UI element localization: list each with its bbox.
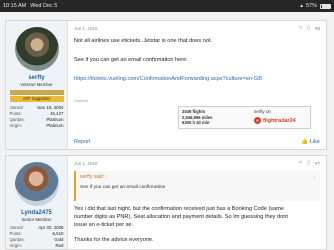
like-button[interactable]: 👍 Like bbox=[301, 139, 320, 145]
vueling-link[interactable]: https://tickets.vueling.com/Confirmation… bbox=[74, 76, 262, 82]
post-number[interactable]: #7 bbox=[315, 161, 320, 166]
thumbs-up-icon: 👍 bbox=[301, 139, 308, 145]
post-date[interactable]: Jun 1, 2018 bbox=[74, 26, 98, 31]
member-banner bbox=[9, 90, 64, 95]
post-body: Jun 1, 2018 < ▯ #6 Not all airlines use … bbox=[68, 21, 326, 149]
post-number[interactable]: #6 bbox=[315, 26, 320, 31]
author-name[interactable]: Lynda2475 bbox=[21, 210, 52, 216]
post-line: Not all airlines use etickets. Jetstar i… bbox=[74, 38, 213, 44]
author-panel: serfty Veteran Member AFF Supporter Join… bbox=[6, 21, 68, 149]
post-line: Yes i did that last night, but the confi… bbox=[74, 206, 284, 212]
post-line: issue an e-ticket per se. bbox=[74, 222, 134, 228]
status-time: 10:15 AM bbox=[3, 3, 27, 9]
post-line: number digits as PNR), Seat allocation a… bbox=[74, 214, 288, 220]
share-icon[interactable]: < bbox=[299, 25, 302, 31]
stat-row: Virgin: Platinum bbox=[9, 123, 64, 128]
author-title: Senior Member bbox=[21, 217, 52, 222]
supporter-badge: AFF Supporter bbox=[9, 96, 64, 102]
fr-brand: flightradar24 bbox=[263, 117, 296, 124]
bookmark-icon[interactable]: ▯ bbox=[307, 160, 310, 166]
post-body: Jun 1, 2018 < ▯ #7 serfty said: ↑ See if… bbox=[68, 156, 326, 249]
quote-text: See if you can get an email confirmation bbox=[80, 185, 166, 190]
author-name[interactable]: serfty bbox=[28, 75, 44, 81]
wifi-icon: ▴ bbox=[300, 3, 303, 9]
flightradar-logo-icon: ✈ bbox=[254, 117, 261, 124]
fr-user: serfty on bbox=[254, 109, 271, 114]
post-7: Lynda2475 Senior Member Joined: Apr 30, 2… bbox=[5, 155, 327, 250]
quote-block: serfty said: ↑ See if you can get an ema… bbox=[74, 171, 320, 201]
author-panel: Lynda2475 Senior Member Joined: Apr 30, 2… bbox=[6, 156, 68, 249]
report-link[interactable]: Report bbox=[74, 139, 91, 145]
quote-author[interactable]: serfty said: bbox=[80, 174, 106, 180]
avatar[interactable] bbox=[14, 27, 59, 71]
author-stats: Joined: Nov 15, 2004 Posts: 45,427 Qantas:… bbox=[10, 105, 64, 129]
post-date[interactable]: Jun 1, 2018 bbox=[74, 161, 98, 166]
post-6: serfty Veteran Member AFF Supporter Join… bbox=[5, 20, 327, 150]
fr-hours: 6305 h 40 min bbox=[182, 120, 210, 125]
like-label: Like bbox=[309, 139, 320, 145]
author-title: Veteran Member bbox=[20, 82, 53, 87]
stat-row: Virgin: Red bbox=[9, 243, 64, 248]
quote-arrow-icon[interactable]: ↑ bbox=[106, 174, 109, 180]
signature-label: Grabbed bbox=[74, 99, 88, 103]
bookmark-icon[interactable]: ▯ bbox=[307, 25, 310, 31]
chevron-down-icon[interactable]: ⌄ bbox=[313, 174, 316, 179]
status-date: Wed Dec 5 bbox=[30, 3, 58, 9]
share-icon[interactable]: < bbox=[299, 160, 302, 166]
post-line: See if you can get an email confirmation… bbox=[74, 57, 188, 63]
post-line: Thanks for the advice everyone. bbox=[74, 237, 154, 243]
flightradar-widget[interactable]: 2049 flights 2,649,996 miles 6305 h 40 m… bbox=[178, 106, 311, 129]
battery-percent: 57% bbox=[305, 3, 317, 9]
ios-status-bar: 10:15 AM Wed Dec 5 ▴ 57% bbox=[0, 0, 334, 12]
battery-icon bbox=[320, 3, 331, 9]
avatar[interactable] bbox=[14, 162, 59, 206]
author-stats: Joined: Apr 30, 2008 Posts: 6,510 Qantas: G… bbox=[10, 225, 64, 249]
